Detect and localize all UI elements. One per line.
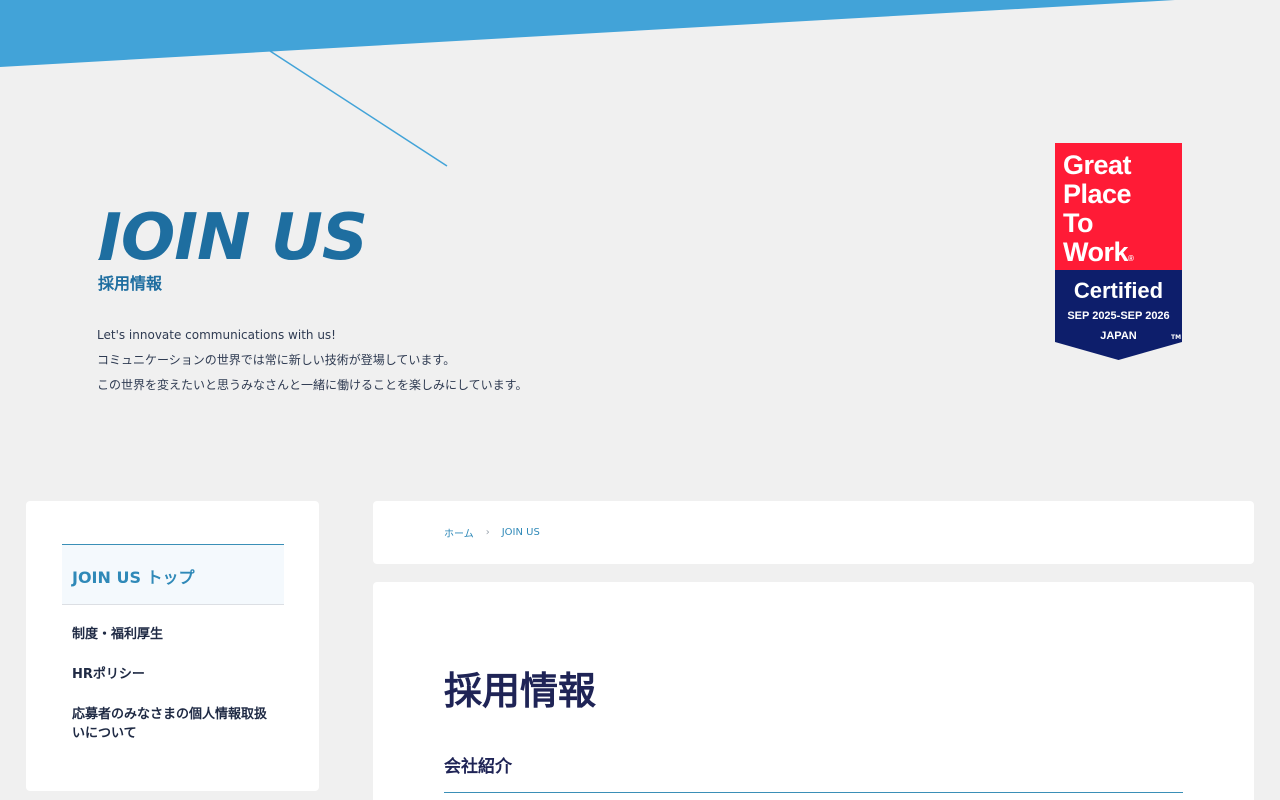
breadcrumb-current: JOIN US — [501, 527, 540, 538]
hero-title: JOIN US — [98, 206, 368, 260]
badge-line-work: Work — [1063, 237, 1129, 267]
sidebar-item-privacy[interactable]: 応募者のみなさまの個人情報取扱いについて — [72, 705, 272, 743]
badge-red-panel: Great Place To Work® — [1055, 143, 1182, 270]
sidebar-item-benefits[interactable]: 制度・福利厚生 — [72, 625, 272, 644]
hero-line: この世界を変えたいと思うみなさんと一緒に働けることを楽しみにしています。 — [97, 378, 528, 392]
badge-line: Great — [1063, 150, 1132, 180]
section-heading: 会社紹介 — [444, 757, 512, 777]
page-title: 採用情報 — [444, 669, 597, 713]
hero-description: Let's innovate communications with us! コ… — [97, 323, 527, 398]
breadcrumb-container: ホーム › JOIN US — [373, 501, 1254, 564]
breadcrumb: ホーム › JOIN US — [444, 525, 540, 540]
chevron-right-icon: › — [485, 527, 490, 538]
badge-line: Work® — [1063, 238, 1182, 273]
section-divider — [444, 792, 1183, 793]
badge-line: To — [1063, 208, 1093, 238]
breadcrumb-home-link[interactable]: ホーム — [444, 525, 474, 540]
great-place-to-work-badge[interactable]: Great Place To Work® Certified SEP 2025-… — [1055, 143, 1182, 360]
main-content: 採用情報 会社紹介 — [373, 582, 1254, 800]
badge-dates: SEP 2025-SEP 2026 — [1067, 310, 1170, 322]
hero-line: コミュニケーションの世界では常に新しい技術が登場しています。 — [97, 353, 456, 367]
sidebar-item-join-us-top[interactable]: JOIN US トップ — [62, 544, 284, 605]
badge-line: Place — [1063, 179, 1132, 209]
sidebar-nav: JOIN US トップ 制度・福利厚生 HRポリシー 応募者のみなさまの個人情報… — [26, 501, 319, 791]
badge-certified: Certified — [1073, 278, 1164, 303]
badge-registered-mark: ® — [1128, 254, 1134, 263]
badge-trademark: TM — [1171, 334, 1182, 341]
sidebar-item-hr-policy[interactable]: HRポリシー — [72, 665, 272, 684]
hero-line: Let's innovate communications with us! — [97, 328, 336, 342]
badge-country: JAPAN — [1100, 330, 1137, 342]
hero-title-container: JOIN US — [98, 206, 418, 260]
hero-subtitle: 採用情報 — [98, 274, 163, 293]
